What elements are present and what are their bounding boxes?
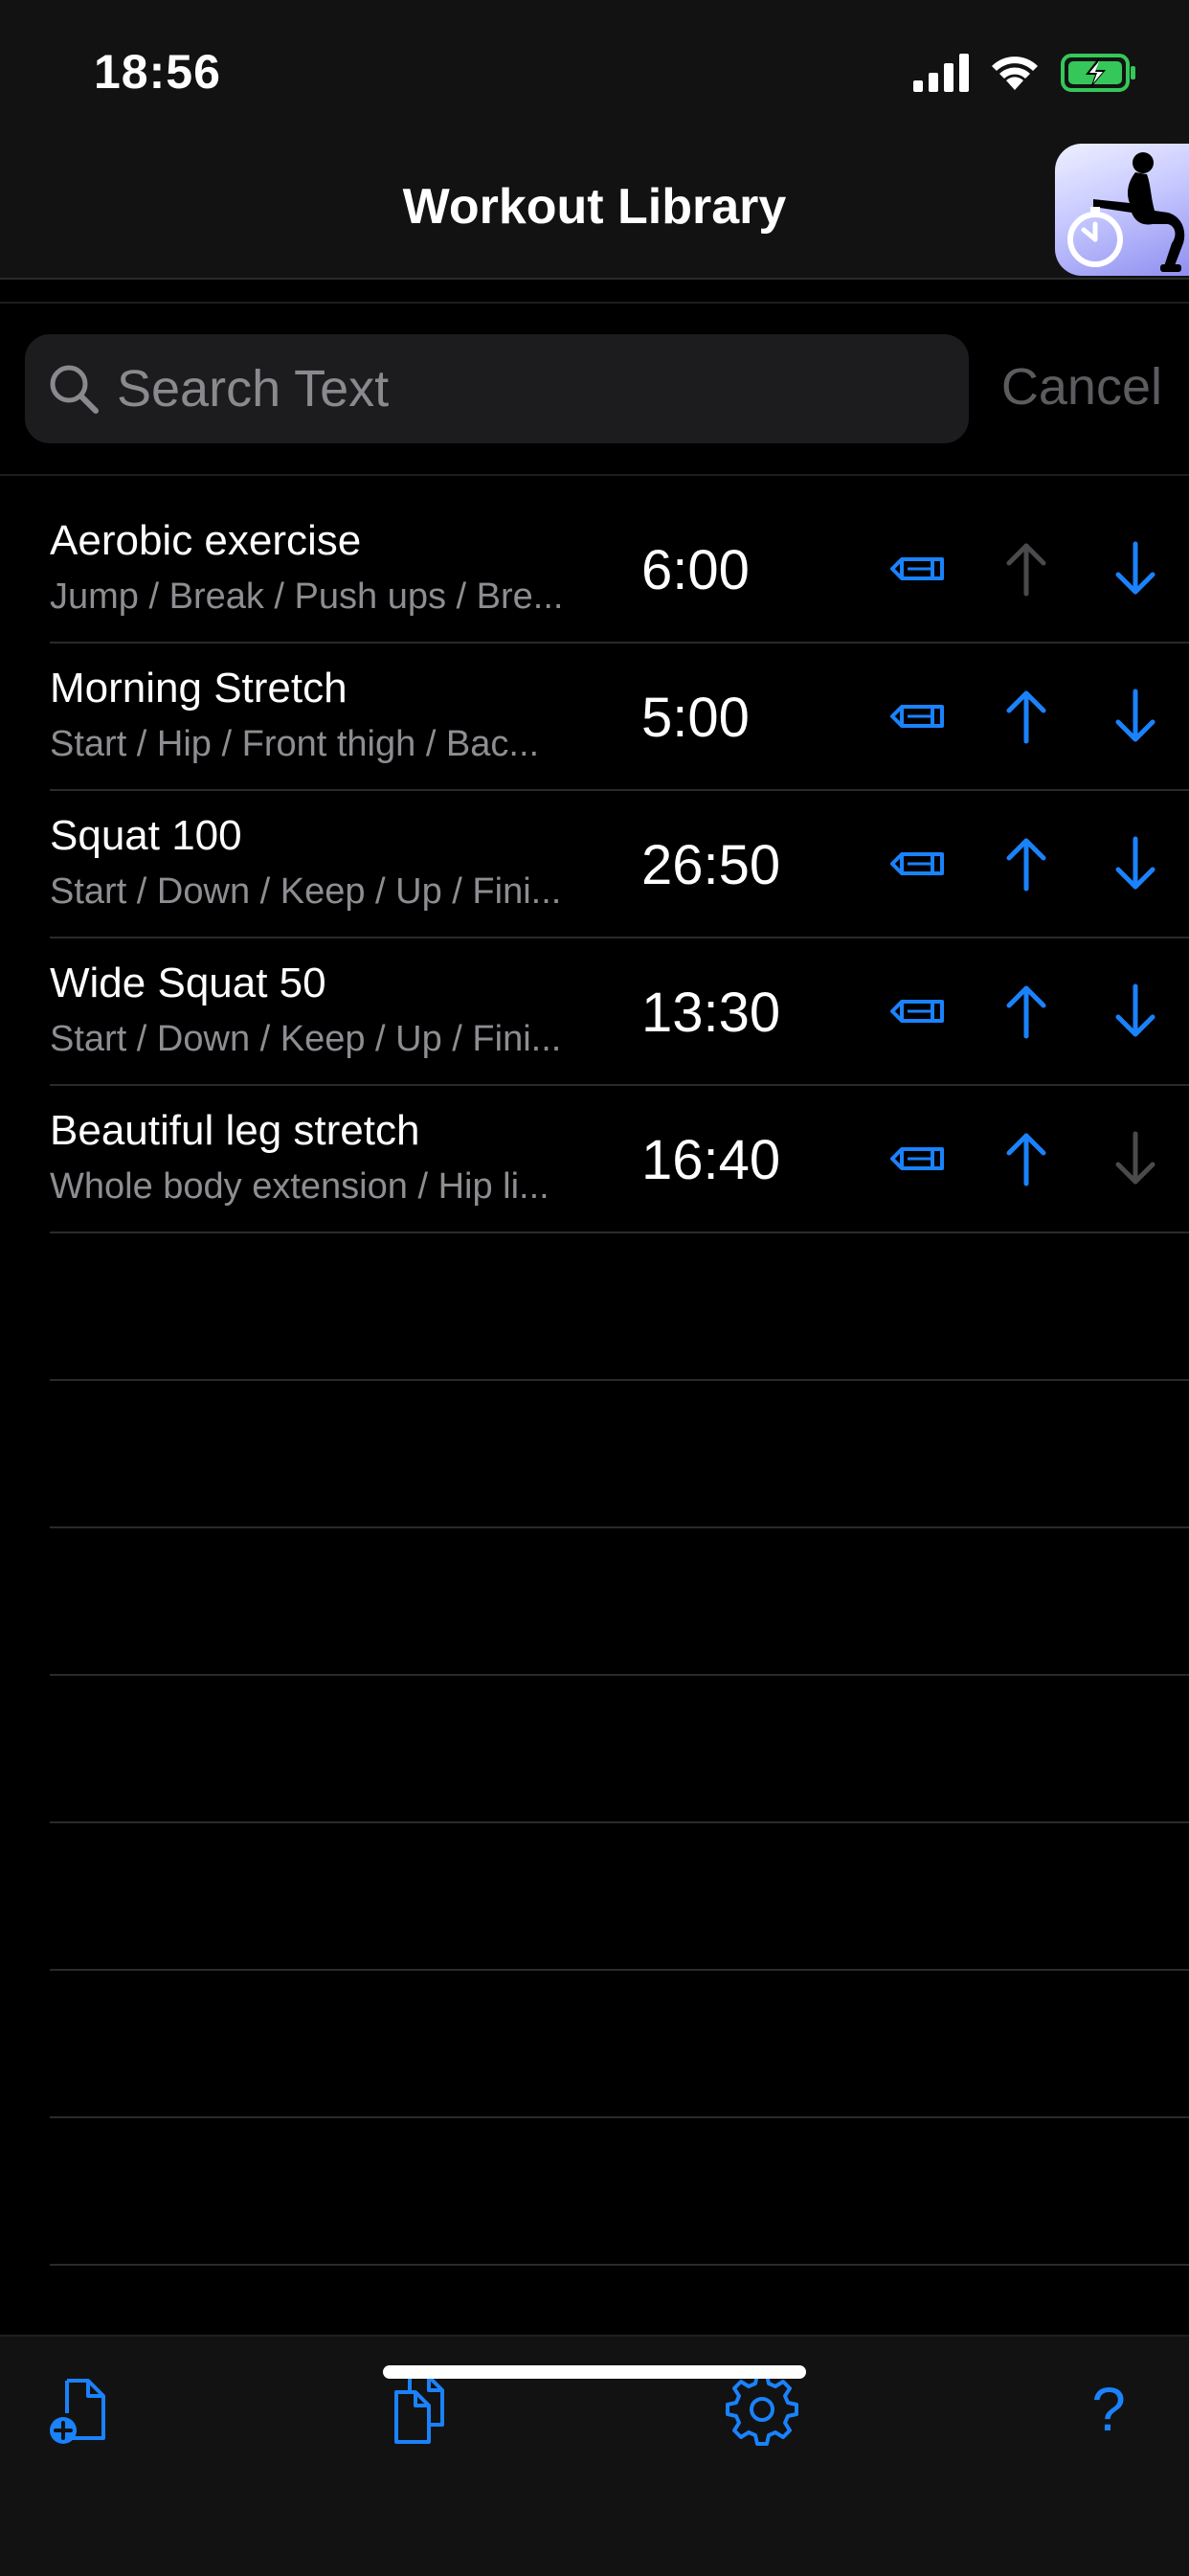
- navigation-bar: Workout Library: [0, 144, 1189, 280]
- status-icons: [913, 54, 1137, 92]
- empty-row: [50, 1823, 1189, 1971]
- status-bar: 18:56: [0, 0, 1189, 144]
- pencil-icon[interactable]: [888, 837, 946, 891]
- move-up-arrow-icon[interactable]: [1001, 835, 1051, 893]
- move-up-arrow-icon[interactable]: [1001, 1130, 1051, 1187]
- empty-row: [50, 1233, 1189, 1381]
- workout-steps: Start / Down / Keep / Up / Fini...: [50, 1019, 562, 1059]
- home-indicator: [383, 2365, 806, 2379]
- workout-title: Wide Squat 50: [50, 960, 326, 1006]
- search-input[interactable]: [115, 358, 942, 419]
- move-up-arrow-icon[interactable]: [1001, 540, 1051, 598]
- workout-duration: 26:50: [641, 834, 781, 896]
- move-down-arrow-icon[interactable]: [1110, 540, 1160, 598]
- workout-row-morning-stretch[interactable]: Morning Stretch Start / Hip / Front thig…: [50, 644, 1189, 791]
- move-down-arrow-icon[interactable]: [1110, 835, 1160, 893]
- page-title: Workout Library: [402, 179, 787, 235]
- status-time: 18:56: [94, 45, 221, 99]
- pencil-icon[interactable]: [888, 689, 946, 743]
- workout-row-beautiful-leg-stretch[interactable]: Beautiful leg stretch Whole body extensi…: [50, 1086, 1189, 1233]
- workout-title: Beautiful leg stretch: [50, 1107, 420, 1154]
- duplicate-document-icon[interactable]: [381, 2371, 458, 2448]
- squat-figure-icon: [1067, 152, 1185, 272]
- workout-steps: Start / Hip / Front thigh / Bac...: [50, 724, 540, 764]
- workout-title: Aerobic exercise: [50, 517, 362, 564]
- workout-duration: 16:40: [641, 1129, 781, 1191]
- search-bar: Cancel: [0, 302, 1189, 476]
- search-icon: [50, 365, 99, 414]
- workout-title: Squat 100: [50, 812, 242, 859]
- move-down-arrow-icon[interactable]: [1110, 983, 1160, 1040]
- bottom-toolbar: ?: [0, 2335, 1189, 2576]
- empty-row: [50, 1381, 1189, 1528]
- workout-duration: 6:00: [641, 539, 750, 601]
- workout-row-wide-squat-50[interactable]: Wide Squat 50 Start / Down / Keep / Up /…: [50, 938, 1189, 1086]
- empty-row: [50, 1676, 1189, 1823]
- move-down-arrow-icon[interactable]: [1110, 688, 1160, 745]
- workout-title: Morning Stretch: [50, 665, 348, 712]
- empty-row: [50, 1971, 1189, 2118]
- move-up-arrow-icon[interactable]: [1001, 688, 1051, 745]
- workout-duration: 5:00: [641, 687, 750, 749]
- workout-steps: Start / Down / Keep / Up / Fini...: [50, 871, 562, 912]
- pencil-icon[interactable]: [888, 542, 946, 596]
- wifi-icon: [992, 56, 1038, 90]
- pencil-icon[interactable]: [888, 1132, 946, 1186]
- app-logo[interactable]: [1055, 144, 1189, 276]
- workout-row-aerobic-exercise[interactable]: Aerobic exercise Jump / Break / Push ups…: [50, 496, 1189, 644]
- empty-row: [50, 1528, 1189, 1676]
- workout-row-squat-100[interactable]: Squat 100 Start / Down / Keep / Up / Fin…: [50, 791, 1189, 938]
- battery-charging-icon: [1061, 54, 1135, 92]
- search-field[interactable]: [25, 334, 969, 443]
- workout-duration: 13:30: [641, 982, 781, 1044]
- help-button[interactable]: ?: [1070, 2371, 1147, 2448]
- workout-steps: Jump / Break / Push ups / Bre...: [50, 576, 564, 617]
- workout-steps: Whole body extension / Hip li...: [50, 1166, 550, 1207]
- move-down-arrow-icon[interactable]: [1110, 1130, 1160, 1187]
- cancel-button[interactable]: Cancel: [1001, 357, 1162, 417]
- workout-list: Aerobic exercise Jump / Break / Push ups…: [0, 496, 1189, 2413]
- new-document-icon[interactable]: [44, 2371, 121, 2448]
- move-up-arrow-icon[interactable]: [1001, 983, 1051, 1040]
- cellular-signal-icon: [913, 54, 969, 92]
- gear-icon[interactable]: [724, 2371, 800, 2448]
- pencil-icon[interactable]: [888, 984, 946, 1038]
- empty-row: [50, 2118, 1189, 2266]
